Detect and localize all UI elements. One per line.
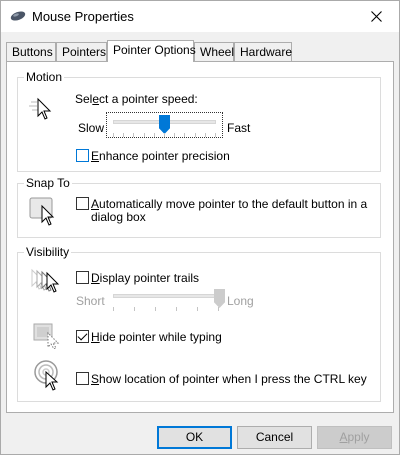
slider-tick bbox=[113, 133, 114, 137]
close-icon bbox=[370, 11, 382, 22]
tab-wheel[interactable]: Wheel bbox=[194, 42, 234, 61]
pointer-trails-icon bbox=[29, 267, 61, 300]
trail-short-label: Short bbox=[76, 294, 105, 308]
ok-button[interactable]: OK bbox=[157, 426, 232, 449]
slider-tick bbox=[154, 133, 155, 137]
slider-tick bbox=[218, 307, 219, 311]
slider-tick bbox=[184, 133, 185, 137]
tab-buttons[interactable]: Buttons bbox=[6, 42, 56, 61]
mouse-properties-window: Mouse Properties Buttons Pointers Pointe… bbox=[0, 0, 400, 455]
speed-slider[interactable] bbox=[106, 112, 223, 138]
slider-tick bbox=[176, 307, 177, 311]
pointer-trails-checkbox[interactable] bbox=[76, 271, 89, 284]
snap-to-group-label: Snap To bbox=[24, 176, 72, 190]
pointer-options-panel: Motion Select a pointer speed: Slow Fast… bbox=[6, 61, 394, 413]
pointer-speed-icon bbox=[29, 96, 55, 125]
speed-slow-label: Slow bbox=[78, 121, 105, 135]
apply-button[interactable]: Apply bbox=[317, 426, 392, 449]
slider-tick bbox=[113, 307, 114, 311]
trail-long-label: Long bbox=[227, 294, 254, 308]
show-location-icon bbox=[33, 359, 65, 394]
snap-to-label-line2: dialog box bbox=[91, 210, 146, 224]
slider-tick bbox=[174, 133, 175, 137]
snap-to-checkbox[interactable] bbox=[76, 197, 89, 210]
slider-tick bbox=[195, 133, 196, 137]
slider-tick bbox=[164, 133, 165, 137]
slider-tick bbox=[205, 133, 206, 137]
pointer-speed-prompt: Select a pointer speed: bbox=[75, 92, 198, 106]
cancel-button[interactable]: Cancel bbox=[237, 426, 312, 449]
speed-slider-ticks bbox=[113, 133, 216, 138]
snap-to-label[interactable]: Automatically move pointer to the defaul… bbox=[91, 197, 367, 211]
tab-pointer-options[interactable]: Pointer Options bbox=[107, 40, 196, 62]
motion-group-label: Motion bbox=[24, 70, 65, 84]
hide-pointer-label[interactable]: Hide pointer while typing bbox=[91, 330, 222, 344]
slider-tick bbox=[123, 133, 124, 137]
hide-pointer-checkbox[interactable] bbox=[76, 330, 89, 343]
tab-pointers[interactable]: Pointers bbox=[56, 42, 107, 61]
slider-tick bbox=[155, 307, 156, 311]
trail-slider-track bbox=[113, 294, 219, 298]
snap-to-icon bbox=[29, 197, 59, 230]
speed-fast-label: Fast bbox=[227, 121, 251, 135]
trail-slider-ticks bbox=[113, 307, 219, 312]
tab-hardware[interactable]: Hardware bbox=[234, 42, 292, 61]
enhance-precision-checkbox[interactable] bbox=[76, 149, 89, 162]
slider-tick bbox=[215, 133, 216, 137]
enhance-precision-label[interactable]: Enhance pointer precision bbox=[91, 149, 230, 163]
slider-tick bbox=[144, 133, 145, 137]
hide-pointer-icon bbox=[33, 321, 63, 352]
window-title: Mouse Properties bbox=[32, 9, 134, 24]
slider-tick bbox=[133, 133, 134, 137]
show-location-checkbox[interactable] bbox=[76, 372, 89, 385]
pointer-trails-label[interactable]: Display pointer trails bbox=[91, 271, 199, 285]
visibility-group-label: Visibility bbox=[24, 245, 72, 259]
slider-tick bbox=[134, 307, 135, 311]
close-button[interactable] bbox=[353, 1, 399, 32]
title-bar: Mouse Properties bbox=[1, 1, 399, 32]
speed-slider-thumb[interactable] bbox=[159, 115, 170, 134]
trail-length-slider[interactable] bbox=[111, 287, 225, 313]
slider-tick bbox=[197, 307, 198, 311]
mouse-icon bbox=[10, 10, 26, 25]
show-location-label[interactable]: Show location of pointer when I press th… bbox=[91, 372, 367, 386]
